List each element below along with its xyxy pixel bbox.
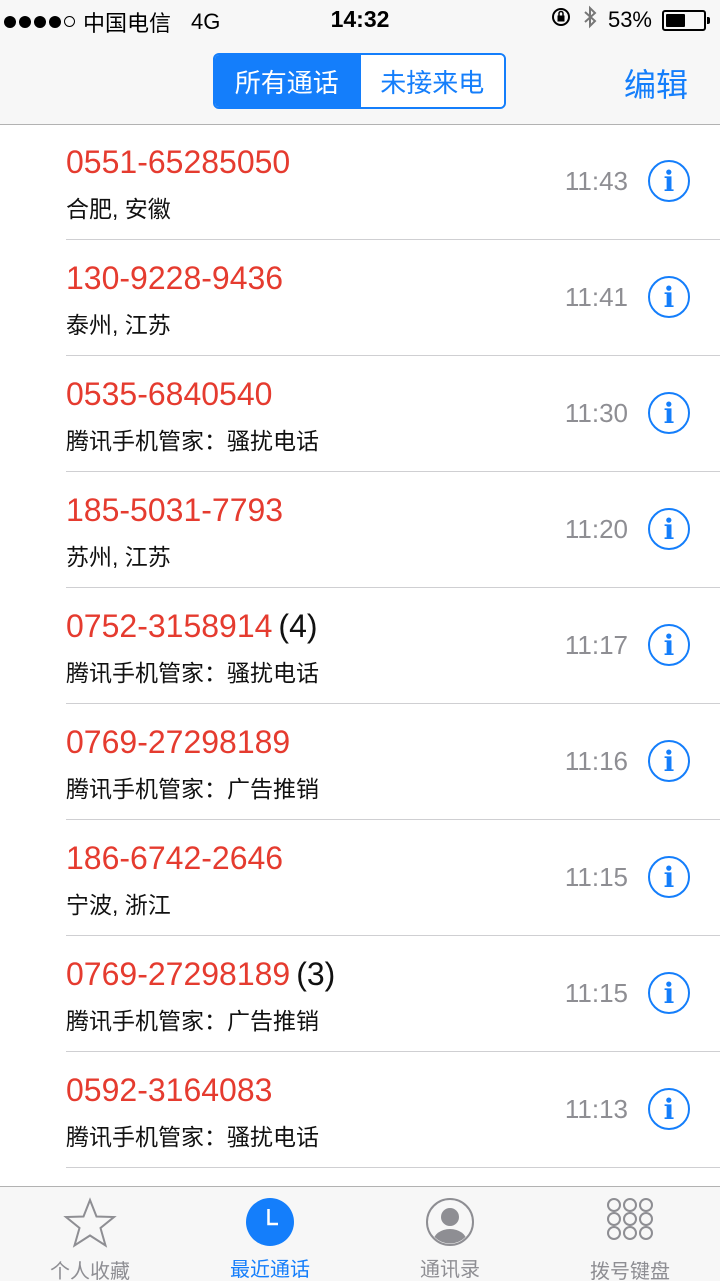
call-time: 11:43 [564,166,628,196]
call-location: 泰州, 江苏 [66,312,171,338]
clock-icon [245,1197,295,1247]
nav-bar: 所有通话 未接来电 编辑 [0,40,720,125]
status-bar: 中国电信 4G 14:32 53% [0,0,720,40]
info-icon[interactable]: i [648,856,690,898]
segment-missed-calls[interactable]: 未接来电 [358,55,504,107]
call-number: 0535-6840540 [66,376,273,412]
battery-icon [662,9,710,31]
call-row[interactable]: 130-9228-9436 泰州, 江苏 11:41 i [66,240,720,356]
call-number: 0752-3158914 [66,608,273,644]
call-number: 186-6742-2646 [66,840,284,876]
call-time: 11:15 [564,862,628,892]
call-number: 185-5031-7793 [66,492,284,528]
call-row[interactable]: 0769-27298189 腾讯手机管家：广告推销 11:16 i [66,704,720,820]
info-icon[interactable]: i [648,160,690,202]
info-icon[interactable]: i [648,276,690,318]
call-number: 0769-27298189 [66,956,291,992]
tab-recents[interactable]: 最近通话 [180,1187,360,1281]
status-right: 53% [550,5,710,35]
call-row[interactable]: 0551-65285050 合肥, 安徽 11:43 i [66,124,720,240]
call-location: 腾讯手机管家：广告推销 [66,1008,319,1034]
bluetooth-icon [582,5,598,35]
call-location: 腾讯手机管家：骚扰电话 [66,660,319,686]
info-icon[interactable]: i [648,1088,690,1130]
tab-favorites[interactable]: 个人收藏 [0,1187,180,1283]
info-icon[interactable]: i [648,392,690,434]
call-location: 腾讯手机管家：广告推销 [66,776,319,802]
tab-keypad[interactable]: 拨号键盘 [540,1187,720,1283]
edit-button[interactable]: 编辑 [624,60,688,106]
call-location: 腾讯手机管家：骚扰电话 [66,428,319,454]
call-location: 苏州, 江苏 [66,544,171,570]
star-icon [63,1197,117,1249]
recent-calls-list: 0551-65285050 合肥, 安徽 11:43 i 130-9228-94… [0,124,720,1168]
call-number: 0551-65285050 [66,144,291,180]
call-count: (3) [296,956,336,992]
call-time: 11:20 [564,514,628,544]
call-number: 130-9228-9436 [66,260,284,296]
tab-label: 最近通话 [230,1259,310,1281]
rotation-lock-icon [550,6,572,34]
battery-percent: 53% [607,7,652,32]
call-row[interactable]: 0535-6840540 腾讯手机管家：骚扰电话 11:30 i [66,356,720,472]
call-filter-segmented-control: 所有通话 未接来电 [213,53,506,109]
info-icon[interactable]: i [648,624,690,666]
info-icon[interactable]: i [648,508,690,550]
call-time: 11:15 [564,978,628,1008]
call-count: (4) [278,608,318,644]
info-icon[interactable]: i [648,972,690,1014]
call-time: 11:13 [564,1094,628,1124]
contact-icon [425,1197,475,1247]
call-time: 11:30 [564,398,628,428]
tab-label: 通讯录 [420,1259,480,1281]
call-row[interactable]: 185-5031-7793 苏州, 江苏 11:20 i [66,472,720,588]
call-number: 0769-27298189 [66,724,291,760]
info-icon[interactable]: i [648,740,690,782]
tab-contacts[interactable]: 通讯录 [360,1187,540,1281]
keypad-icon [605,1197,655,1249]
call-location: 宁波, 浙江 [66,892,171,918]
call-location: 腾讯手机管家：骚扰电话 [66,1124,319,1150]
call-time: 11:41 [564,282,628,312]
call-location: 合肥, 安徽 [66,196,171,222]
tab-bar: 个人收藏 最近通话 通讯录 拨号键盘 [0,1186,720,1283]
call-number: 0592-3164083 [66,1072,273,1108]
call-time: 11:16 [564,746,628,776]
call-row[interactable]: 0769-27298189 (3) 腾讯手机管家：广告推销 11:15 i [66,936,720,1052]
call-row[interactable]: 0752-3158914 (4) 腾讯手机管家：骚扰电话 11:17 i [66,588,720,704]
call-time: 11:17 [564,630,628,660]
segment-all-calls[interactable]: 所有通话 [215,55,359,107]
call-row[interactable]: 186-6742-2646 宁波, 浙江 11:15 i [66,820,720,936]
call-row[interactable]: 0592-3164083 腾讯手机管家：骚扰电话 11:13 i [66,1052,720,1168]
